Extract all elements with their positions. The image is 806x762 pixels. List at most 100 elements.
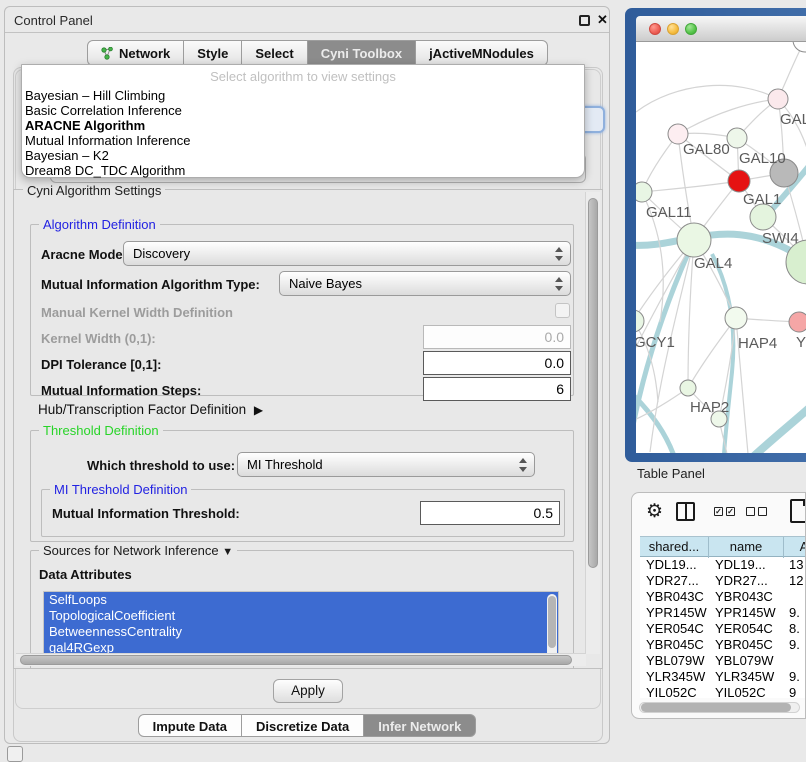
dropdown-item[interactable]: Bayesian – K2: [22, 148, 584, 163]
network-window-titlebar: [636, 16, 806, 42]
manual-kernel-checkbox[interactable]: [555, 303, 570, 318]
attributes-scrollbar[interactable]: [547, 594, 557, 662]
network-node[interactable]: [768, 89, 788, 109]
network-node-gal4[interactable]: [677, 223, 711, 257]
dropdown-item[interactable]: Bayesian – Hill Climbing: [22, 88, 584, 103]
aracne-mode-value: Discovery: [133, 246, 190, 261]
gear-icon[interactable]: ⚙: [646, 501, 663, 523]
cell-shared-name: YLR345W: [640, 669, 709, 685]
mi-type-combo[interactable]: Naive Bayes: [279, 271, 571, 296]
tab-infer-network[interactable]: Infer Network: [364, 714, 476, 737]
table-row[interactable]: YDL19...YDL19...13: [640, 557, 806, 573]
dropdown-item[interactable]: Basic Correlation Inference: [22, 103, 584, 118]
column-header-name[interactable]: name: [709, 537, 784, 558]
scrollbar-thumb[interactable]: [588, 198, 598, 568]
settings-vertical-scrollbar[interactable]: [585, 192, 600, 654]
mi-threshold-field[interactable]: [420, 501, 560, 525]
collapse-arrow-icon[interactable]: ▼: [222, 546, 233, 558]
tab-network[interactable]: Network: [87, 40, 184, 66]
deselect-checks-icon[interactable]: [746, 507, 767, 516]
tab-select-label: Select: [255, 46, 293, 61]
scrollbar-thumb[interactable]: [20, 655, 572, 665]
network-node-gcy1[interactable]: [636, 310, 644, 332]
cell-name: YBR045C: [709, 637, 784, 653]
cell-name: YIL052C: [709, 685, 784, 698]
unchecked-box-icon: [746, 507, 755, 516]
apply-button[interactable]: Apply: [273, 679, 343, 703]
cell-shared-name: YBL079W: [640, 653, 709, 669]
table-row[interactable]: YDR27...YDR27...12: [640, 573, 806, 589]
node-label: GAL11: [646, 204, 692, 221]
tab-jactivemnodules[interactable]: jActiveMNodules: [416, 40, 548, 66]
cell-value: [784, 653, 806, 669]
close-traffic-light[interactable]: [649, 23, 661, 35]
cell-value: 13: [784, 557, 806, 573]
tab-style[interactable]: Style: [184, 40, 242, 66]
expand-arrow-icon[interactable]: ▶: [254, 403, 263, 417]
mi-type-label: Mutual Information Algorithm Type:: [41, 277, 260, 292]
which-threshold-combo[interactable]: MI Threshold: [237, 452, 535, 477]
table-horizontal-scrollbar[interactable]: [639, 702, 800, 713]
table-row[interactable]: YBR043CYBR043C: [640, 589, 806, 605]
table-row[interactable]: YIL052CYIL052C9: [640, 685, 806, 698]
scrollbar-thumb[interactable]: [548, 596, 556, 648]
dropdown-item[interactable]: Mutual Information Inference: [22, 133, 584, 148]
sources-group-title: Sources for Network Inference ▼: [39, 543, 237, 558]
table-row[interactable]: YLR345WYLR345W9.: [640, 669, 806, 685]
table-row[interactable]: YER054CYER054C8.: [640, 621, 806, 637]
mi-type-value: Naive Bayes: [289, 276, 362, 291]
dropdown-item[interactable]: Dream8 DC_TDC Algorithm: [22, 163, 584, 178]
network-view-window: GAL GAL80 GAL10 GAL1 GAL11 SWI4 GAL4 GCY…: [625, 8, 806, 462]
dropdown-item-selected[interactable]: ARACNE Algorithm: [22, 118, 584, 133]
table-row[interactable]: YBL079WYBL079W: [640, 653, 806, 669]
threshold-definition-title: Threshold Definition: [39, 423, 163, 438]
mi-steps-label: Mutual Information Steps:: [41, 383, 201, 398]
cell-name: YBL079W: [709, 653, 784, 669]
table-toolbar: ⚙ ✓ ✓: [632, 493, 805, 533]
zoom-traffic-light[interactable]: [685, 23, 697, 35]
tab-impute-data[interactable]: Impute Data: [138, 714, 242, 737]
table-body: YDL19...YDL19...13 YDR27...YDR27...12 YB…: [640, 557, 806, 698]
network-node-gal1-red[interactable]: [728, 170, 750, 192]
cell-shared-name: YBR043C: [640, 589, 709, 605]
dpi-tolerance-field[interactable]: [423, 351, 571, 375]
network-canvas[interactable]: GAL GAL80 GAL10 GAL1 GAL11 SWI4 GAL4 GCY…: [636, 42, 806, 453]
mi-threshold-group: MI Threshold Definition Mutual Informati…: [41, 489, 565, 537]
network-node-gal11[interactable]: [636, 182, 652, 202]
network-node-hap4[interactable]: [725, 307, 747, 329]
settings-horizontal-scrollbar[interactable]: [16, 653, 586, 666]
attribute-item[interactable]: TopologicalCoefficient: [44, 608, 558, 624]
node-label: GAL80: [683, 141, 730, 158]
new-table-icon[interactable]: [790, 499, 806, 523]
column-header-shared-name[interactable]: shared...: [640, 537, 709, 558]
minimized-panel-icon[interactable]: [7, 746, 23, 762]
table-row[interactable]: YBR045CYBR045C9.: [640, 637, 806, 653]
column-header-partial[interactable]: A: [784, 537, 806, 558]
network-node-pink[interactable]: [789, 312, 806, 332]
control-panel-titlebar: Control Panel ✕: [5, 7, 609, 33]
combo-arrows-icon: [554, 276, 563, 292]
node-label: HAP2: [690, 399, 729, 416]
tab-discretize-data[interactable]: Discretize Data: [242, 714, 364, 737]
scrollbar-thumb[interactable]: [641, 703, 791, 712]
attribute-item[interactable]: SelfLoops: [44, 592, 558, 608]
mi-steps-field[interactable]: [423, 377, 571, 401]
node-label: GAL1: [743, 191, 781, 208]
minimize-traffic-light[interactable]: [667, 23, 679, 35]
network-node[interactable]: [793, 42, 806, 52]
kernel-width-field[interactable]: [423, 325, 571, 349]
network-node-gal10[interactable]: [727, 128, 747, 148]
network-node-hap2[interactable]: [680, 380, 696, 396]
attribute-item[interactable]: BetweennessCentrality: [44, 624, 558, 640]
hub-section-label[interactable]: Hub/Transcription Factor Definition ▶: [38, 402, 259, 417]
table-row[interactable]: YPR145WYPR145W9.: [640, 605, 806, 621]
float-panel-icon[interactable]: [579, 15, 590, 26]
cell-value: 9.: [784, 669, 806, 685]
tab-cyni-toolbox[interactable]: Cyni Toolbox: [308, 40, 416, 66]
aracne-mode-combo[interactable]: Discovery: [123, 241, 571, 266]
tab-select[interactable]: Select: [242, 40, 307, 66]
sources-title-text: Sources for Network Inference: [43, 543, 219, 558]
close-icon[interactable]: ✕: [597, 12, 608, 28]
select-all-checks-icon[interactable]: ✓ ✓: [714, 507, 735, 516]
split-view-icon[interactable]: [676, 502, 695, 521]
